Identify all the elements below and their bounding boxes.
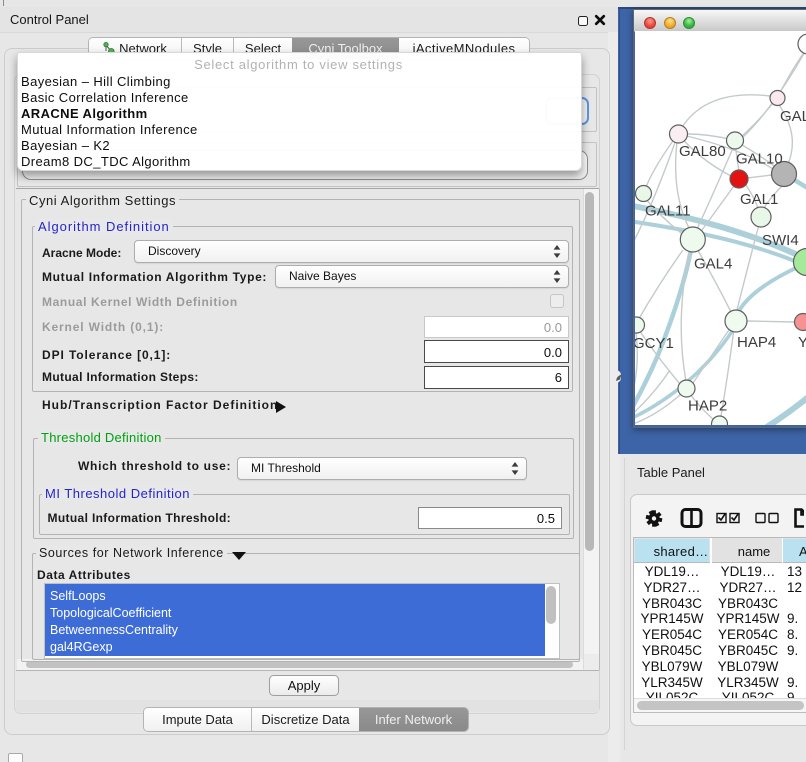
svg-text:SWI4: SWI4 [762, 232, 799, 249]
svg-text:GAL4: GAL4 [694, 256, 732, 273]
svg-text:GAL80: GAL80 [679, 143, 726, 160]
svg-text:HAP2: HAP2 [688, 398, 727, 415]
svg-text:GCY1: GCY1 [635, 335, 674, 352]
svg-text:GAL10: GAL10 [736, 151, 783, 168]
svg-text:YJ: YJ [798, 334, 806, 351]
svg-text:GAL1: GAL1 [740, 191, 778, 208]
svg-text:GAL11: GAL11 [645, 203, 691, 220]
svg-text:HAP4: HAP4 [737, 334, 776, 351]
svg-text:GAL2: GAL2 [780, 108, 806, 125]
